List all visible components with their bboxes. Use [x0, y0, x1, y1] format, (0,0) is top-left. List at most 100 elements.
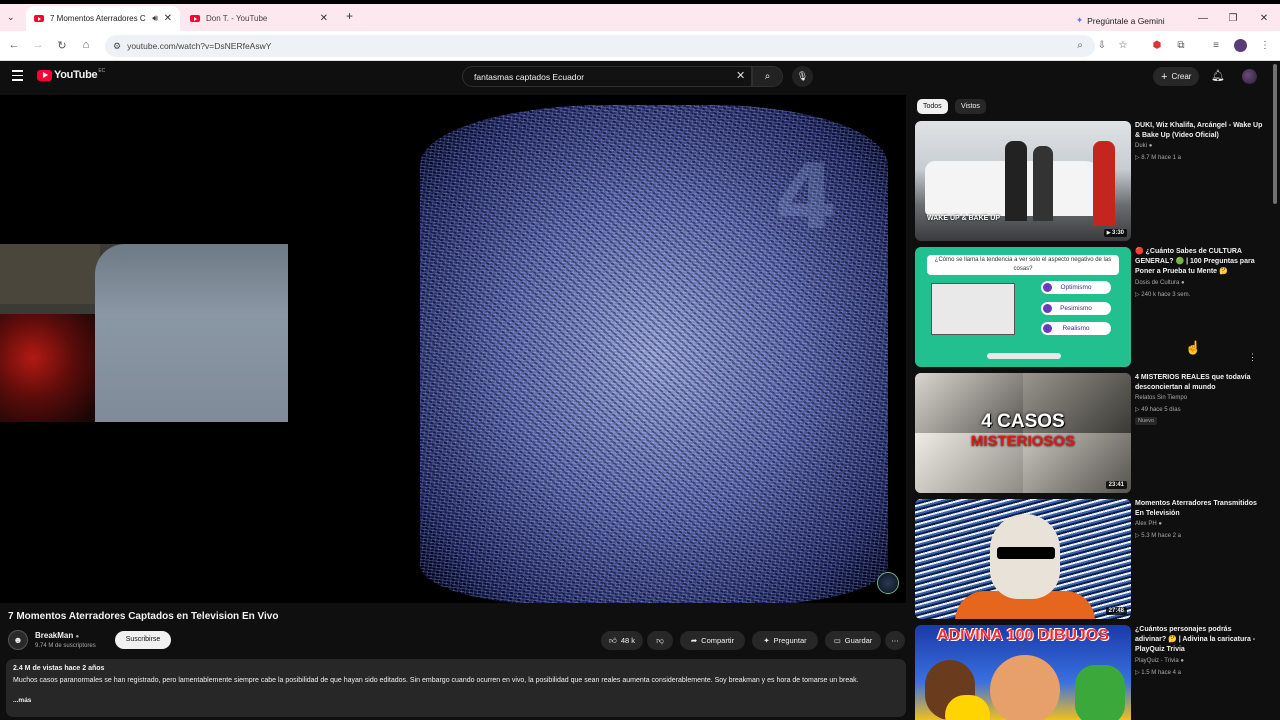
video-thumbnail[interactable]: 4 CASOS MISTERIOSOS 23:41 [915, 373, 1131, 493]
video-player[interactable]: 4 [0, 95, 906, 603]
verified-badge-icon: ● [75, 634, 80, 640]
stats-text: 8.7 M hace 1 a [1141, 155, 1181, 161]
recommended-video[interactable]: ¿Cómo se llama la tendencia a ver solo e… [915, 247, 1265, 367]
page-scrollbar[interactable] [1273, 64, 1277, 204]
recommended-title[interactable]: 4 MISTERIOS REALES que todavía desconcie… [1135, 373, 1263, 393]
recommended-stats: ▷ 240 k hace 3 sem. [1135, 291, 1190, 298]
recommended-channel[interactable]: Dosis de Cultura ● [1135, 280, 1185, 286]
search-input[interactable]: fantasmas captados Ecuador [462, 66, 752, 87]
thumb-headline: ADIVINA 100 DIBUJOS [937, 627, 1109, 644]
channel-watermark-icon[interactable] [877, 572, 899, 594]
video-thumbnail[interactable]: ADIVINA 100 DIBUJOS [915, 625, 1131, 720]
recommended-title[interactable]: ¿Cuántos personajes podrás adivinar? 🤔 |… [1135, 625, 1263, 655]
channel-avatar[interactable]: ☻ [8, 630, 28, 650]
video-thumbnail[interactable]: 27:48 [915, 499, 1131, 619]
zoom-icon[interactable]: ⌕ [1073, 40, 1087, 51]
ask-label: Preguntar [773, 636, 807, 645]
browser-menu-icon[interactable]: ⋮ [1258, 40, 1272, 51]
recommended-stats: ▷ 8.7 M hace 1 a [1135, 154, 1181, 161]
create-button[interactable]: + Crear [1153, 67, 1200, 86]
subscribe-button[interactable]: Suscribirse [115, 631, 171, 649]
stats-text: 240 k hace 3 sem. [1141, 292, 1191, 298]
adblock-extension-icon[interactable]: ⬢ [1150, 40, 1164, 51]
new-tab-icon[interactable]: + [346, 9, 353, 23]
tab-video[interactable]: 7 Momentos Aterradores C 🔊︎ ✕ [26, 6, 180, 31]
description-box[interactable] [6, 659, 906, 717]
recommended-title[interactable]: 🔴 ¿Cuánto Sabes de CULTURA GENERAL? 🟢 | … [1135, 247, 1263, 277]
show-more-link[interactable]: ...más [13, 697, 31, 704]
voice-search-button[interactable]: 🎙︎ [792, 66, 813, 87]
thumb-character [1075, 665, 1125, 720]
youtube-favicon-icon [190, 15, 200, 22]
extensions-icon[interactable]: ⧉ [1174, 40, 1188, 51]
clear-search-icon[interactable]: ✕ [736, 69, 745, 82]
thumb-sad-face-image [931, 283, 1015, 335]
bookmark-star-icon[interactable]: ☆ [1116, 40, 1130, 51]
site-info-icon[interactable]: ⚙ [113, 41, 121, 52]
tab-search-icon[interactable]: ⌄ [7, 12, 15, 23]
stats-text: 1.5 M hace 4 a [1141, 670, 1181, 676]
restore-icon[interactable]: ❐ [1226, 13, 1240, 24]
more-actions-button[interactable]: ⋯ [885, 631, 905, 650]
webcam-overlay [0, 244, 288, 422]
forward-icon[interactable]: → [31, 39, 45, 51]
stats-text: 5.3 M hace 2 a [1141, 533, 1181, 539]
account-avatar[interactable] [1242, 69, 1257, 84]
notifications-bell-icon[interactable]: 🔔︎ [1211, 69, 1225, 82]
share-button[interactable]: ➦ Compartir [680, 631, 745, 650]
save-button[interactable]: ▭ Guardar [825, 631, 881, 650]
recommended-video[interactable]: 27:48 Momentos Aterradores Transmitidos … [915, 499, 1265, 619]
back-icon[interactable]: ← [7, 39, 21, 51]
video-thumbnail[interactable]: WAKE UP & BAKE UP ▶ 3:30 [915, 121, 1131, 241]
close-tab-icon[interactable]: ✕ [164, 13, 172, 24]
search-button[interactable]: ⌕ [752, 66, 783, 87]
recommended-channel[interactable]: Relatos Sin Tiempo [1135, 395, 1187, 401]
install-app-icon[interactable]: ⇩ [1095, 40, 1109, 51]
more-horizontal-icon: ⋯ [891, 636, 899, 645]
youtube-logo[interactable]: YouTube EC [37, 68, 106, 81]
thumb-character [945, 695, 990, 720]
close-window-icon[interactable]: ✕ [1257, 13, 1271, 24]
recommended-title[interactable]: DUKI, Wiz Khalifa, Arcángel - Wake Up & … [1135, 121, 1263, 141]
verified-badge-icon: ● [1148, 143, 1153, 149]
ask-button[interactable]: ✦ Preguntar [752, 631, 818, 650]
recommended-video[interactable]: 4 CASOS MISTERIOSOS 23:41 4 MISTERIOS RE… [915, 373, 1265, 493]
dislike-button[interactable]: 👎︎ [647, 631, 673, 650]
video-duration: ▶ 3:30 [1103, 229, 1127, 237]
like-count: 48 k [620, 636, 636, 645]
recommended-stats: ▷ 49 hace 5 días [1135, 406, 1181, 413]
overlay-digit: 4 [775, 145, 838, 250]
close-tab-icon[interactable]: ✕ [320, 13, 328, 24]
sparkle-icon: ✦ [763, 636, 770, 645]
video-thumbnail[interactable]: ¿Cómo se llama la tendencia a ver solo e… [915, 247, 1131, 367]
recommended-video[interactable]: WAKE UP & BAKE UP ▶ 3:30 DUKI, Wiz Khali… [915, 121, 1265, 241]
gemini-button[interactable]: ✦ Pregúntale a Gemini [1070, 12, 1171, 29]
recommended-video[interactable]: ADIVINA 100 DIBUJOS ¿Cuántos personajes … [915, 625, 1265, 720]
youtube-play-logo-icon [37, 69, 52, 81]
more-vertical-icon[interactable]: ⋮ [1248, 352, 1257, 363]
youtube-favicon-icon [34, 15, 44, 22]
recommended-channel[interactable]: Duki ● [1135, 143, 1152, 149]
recommended-channel[interactable]: PlayQuiz - Trivia ● [1135, 658, 1184, 664]
share-arrow-icon: ➦ [690, 636, 698, 645]
chip-watched[interactable]: Vistos [955, 99, 986, 114]
hamburger-menu-icon[interactable] [12, 70, 23, 81]
recommended-title[interactable]: Momentos Aterradores Transmitidos En Tel… [1135, 499, 1263, 519]
like-button[interactable]: 👍︎ 48 k [601, 631, 643, 650]
speaker-icon[interactable]: 🔊︎ [152, 13, 158, 24]
url-field[interactable]: ⚙ youtube.com/watch?v=DsNERfeAswY [105, 35, 1095, 57]
recommended-channel[interactable]: Alex PH ● [1135, 521, 1162, 527]
home-icon[interactable]: ⌂ [79, 39, 93, 51]
reload-icon[interactable]: ↻ [55, 39, 69, 52]
minimize-icon[interactable]: — [1196, 13, 1210, 24]
thumb-caption: WAKE UP & BAKE UP [927, 215, 1000, 222]
region-code: EC [98, 68, 106, 74]
chip-all[interactable]: Todos [917, 99, 948, 114]
channel-name[interactable]: BreakMan ● [35, 631, 79, 640]
profile-avatar-icon[interactable] [1234, 39, 1247, 52]
tab-channel[interactable]: Don T. - YouTube ✕ [182, 6, 336, 31]
search-icon: ⌕ [764, 71, 771, 82]
url-text: youtube.com/watch?v=DsNERfeAswY [127, 41, 272, 51]
thumb-option: Pesimismo [1041, 302, 1111, 315]
media-control-icon[interactable]: ≡ [1209, 40, 1223, 51]
